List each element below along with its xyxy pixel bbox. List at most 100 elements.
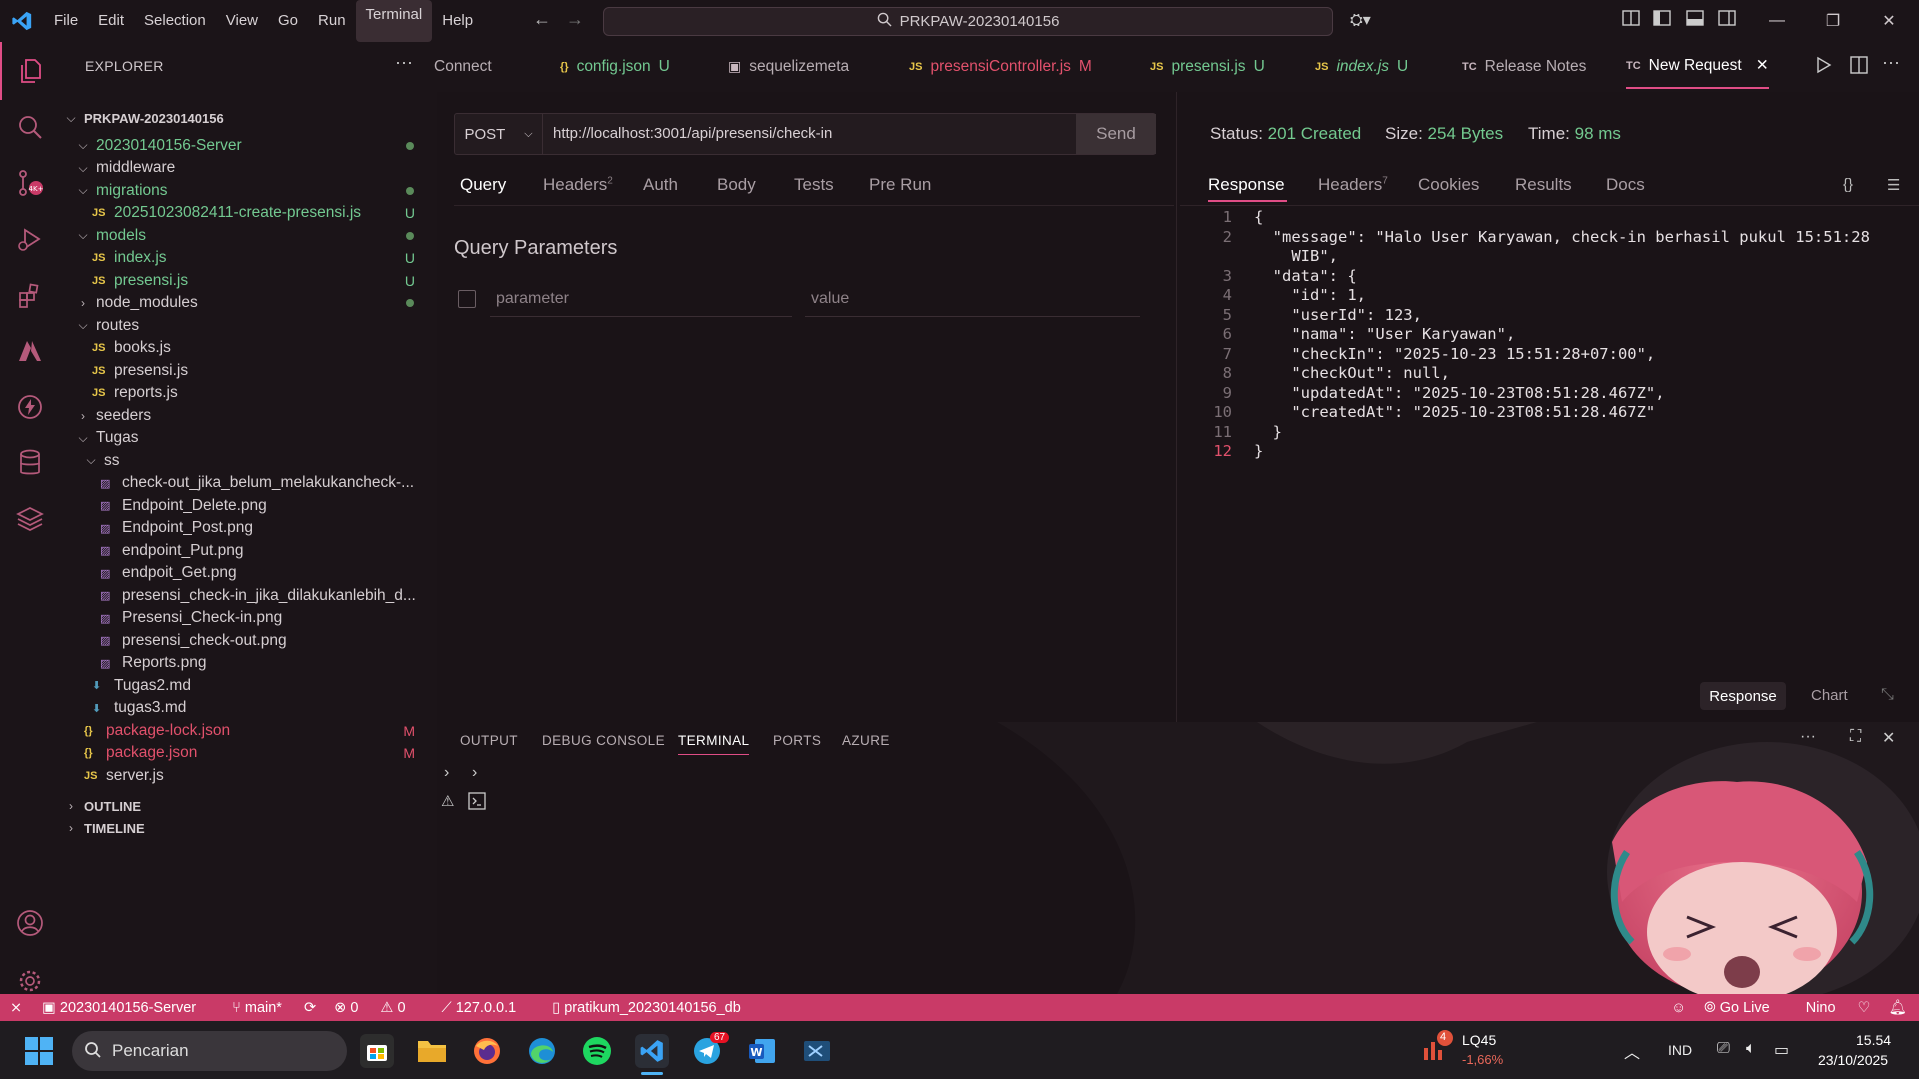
windows-start-icon[interactable] [24, 1036, 54, 1069]
editor-tab[interactable]: {} config.json U [560, 44, 670, 89]
db-host[interactable]: ⟋ 127.0.0.1 [442, 1000, 535, 1016]
menu-go[interactable]: Go [268, 0, 308, 42]
nav-forward-icon[interactable]: → [566, 9, 584, 30]
tray-chevron-up-icon[interactable]: ︿ [1624, 1039, 1640, 1063]
menu-run[interactable]: Run [308, 0, 356, 42]
menu-help[interactable]: Help [432, 0, 483, 42]
language-indicator[interactable]: IND [1668, 1042, 1692, 1058]
go-live-button[interactable]: ⦾ Go Live [1704, 1000, 1788, 1016]
explorer-root-folder[interactable]: ⌵ PRKPAW-20230140156 [60, 105, 437, 132]
expand-icon[interactable]: ⤡ [1881, 686, 1894, 704]
thunder-client-icon[interactable] [0, 378, 60, 436]
menu-edit[interactable]: Edit [88, 0, 134, 42]
timeline-section[interactable]: › TIMELINE [60, 815, 437, 842]
format-json-icon[interactable]: {} [1843, 176, 1853, 193]
tab-results[interactable]: Results [1515, 175, 1572, 195]
editor-tab[interactable]: JS presensiController.js M [909, 44, 1092, 89]
tab-auth[interactable]: Auth [643, 175, 678, 195]
battery-icon[interactable]: ▭ [1774, 1040, 1789, 1060]
stock-widget-icon[interactable] [1421, 1030, 1455, 1067]
notifications-bell-icon[interactable]: 🔔︎ [1889, 999, 1907, 1016]
git-branch[interactable]: ⑂ main* ⟳ [232, 1000, 316, 1016]
extensions-icon[interactable] [0, 266, 60, 324]
panel-tab-terminal[interactable]: TERMINAL [678, 733, 750, 755]
close-panel-icon[interactable]: ✕ [1882, 728, 1895, 748]
remote-server[interactable]: ▣ 20230140156-Server [42, 1000, 214, 1016]
tree-item[interactable]: JS server.js [60, 762, 437, 789]
tab-response[interactable]: Response [1208, 175, 1285, 195]
maximize-panel-icon[interactable]: ⛶ [1850, 728, 1861, 746]
spotify-app-icon[interactable] [580, 1034, 614, 1068]
param-value-input[interactable]: value [811, 290, 849, 308]
split-editor-icon[interactable] [1850, 56, 1868, 77]
view-chart-button[interactable]: Chart [1811, 687, 1848, 704]
tab-response-headers[interactable]: Headers7 [1318, 175, 1388, 195]
word-app-icon[interactable]: W [745, 1034, 779, 1068]
user-status[interactable]: Nino ♡ [1806, 1000, 1871, 1016]
panel-tab-debug-console[interactable]: DEBUG CONSOLE [542, 733, 665, 748]
more-actions-icon[interactable]: ··· [395, 52, 413, 73]
tab-cookies[interactable]: Cookies [1418, 175, 1479, 195]
account-icon[interactable] [0, 894, 60, 952]
explorer-icon[interactable] [0, 42, 60, 100]
edge-app-icon[interactable] [525, 1034, 559, 1068]
network-icon[interactable]: ⎚ [1717, 1040, 1730, 1058]
tab-query[interactable]: Query [460, 175, 506, 195]
editor-more-icon[interactable]: ··· [1882, 52, 1900, 73]
clock-date[interactable]: 23/10/2025 [1818, 1052, 1888, 1068]
url-input[interactable]: http://localhost:3001/api/presensi/check… [553, 114, 832, 154]
tab-docs[interactable]: Docs [1606, 175, 1645, 195]
clock-time[interactable]: 15.54 [1856, 1032, 1891, 1048]
taskbar-search[interactable]: Pencarian [72, 1031, 347, 1071]
terminal-icon[interactable] [468, 792, 486, 813]
warning-icon[interactable]: ⚠ [441, 792, 454, 810]
editor-tab[interactable]: ▣ sequelizemeta [728, 44, 849, 89]
param-name-input[interactable]: parameter [496, 290, 569, 308]
search-icon[interactable] [0, 98, 60, 156]
editor-tab[interactable]: TC Release Notes [1462, 44, 1586, 89]
menu-selection[interactable]: Selection [134, 0, 216, 42]
method-select[interactable]: POST ⌵ [455, 114, 543, 154]
toggle-sidebar-icon[interactable] [1653, 10, 1671, 29]
copilot-status-icon[interactable]: ☺ [1671, 1000, 1686, 1016]
menu-terminal[interactable]: Terminal [355, 0, 433, 42]
panel-more-icon[interactable]: ··· [1800, 728, 1816, 746]
run-debug-icon[interactable] [0, 210, 60, 268]
close-tab-icon[interactable]: ✕ [1756, 56, 1769, 75]
editor-tab[interactable]: JS presensi.js U [1150, 44, 1265, 89]
terminal-chevron-icon[interactable]: › [444, 764, 449, 782]
tab-pre-run[interactable]: Pre Run [869, 175, 931, 195]
editor-tab[interactable]: TC New Request ✕ [1626, 44, 1769, 89]
problems-indicator[interactable]: ⊗ 0 ⚠ 0 [334, 1000, 423, 1016]
azure-icon[interactable] [0, 322, 60, 380]
tab-body[interactable]: Body [717, 175, 756, 195]
snipping-tool-app-icon[interactable] [800, 1034, 834, 1068]
file-explorer-app-icon[interactable] [415, 1034, 449, 1068]
run-icon[interactable] [1816, 56, 1832, 77]
toggle-secondary-sidebar-icon[interactable] [1718, 10, 1736, 29]
database-icon[interactable] [0, 434, 60, 492]
menu-view[interactable]: View [216, 0, 268, 42]
source-control-icon[interactable]: 4K+ [0, 154, 60, 212]
customize-layout-icon[interactable] [1622, 10, 1640, 29]
minimize-button[interactable]: — [1754, 0, 1800, 42]
volume-icon[interactable]: 🔈︎ [1746, 1040, 1756, 1058]
editor-tab[interactable]: Connect [434, 44, 492, 89]
tab-headers[interactable]: Headers2 [543, 175, 613, 195]
layers-icon[interactable] [0, 490, 60, 548]
tab-tests[interactable]: Tests [794, 175, 834, 195]
send-button[interactable]: Send [1076, 114, 1156, 154]
command-center-search[interactable]: PRKPAW-20230140156 [603, 7, 1333, 36]
vscode-app-icon[interactable] [635, 1034, 669, 1068]
editor-tab[interactable]: JS index.js U [1315, 44, 1408, 89]
db-name[interactable]: ▯ pratikum_20230140156_db [552, 1000, 759, 1016]
close-window-button[interactable]: ✕ [1866, 0, 1912, 42]
remote-indicator-icon[interactable]: ⨯ [10, 1000, 22, 1016]
menu-file[interactable]: File [44, 0, 88, 42]
panel-tab-output[interactable]: OUTPUT [460, 733, 518, 748]
menu-lines-icon[interactable]: ☰ [1887, 176, 1900, 194]
copilot-icon[interactable]: ⛭▾ [1350, 10, 1371, 30]
firefox-app-icon[interactable] [470, 1034, 504, 1068]
panel-tab-azure[interactable]: AZURE [842, 733, 890, 748]
toggle-panel-icon[interactable] [1686, 10, 1704, 29]
